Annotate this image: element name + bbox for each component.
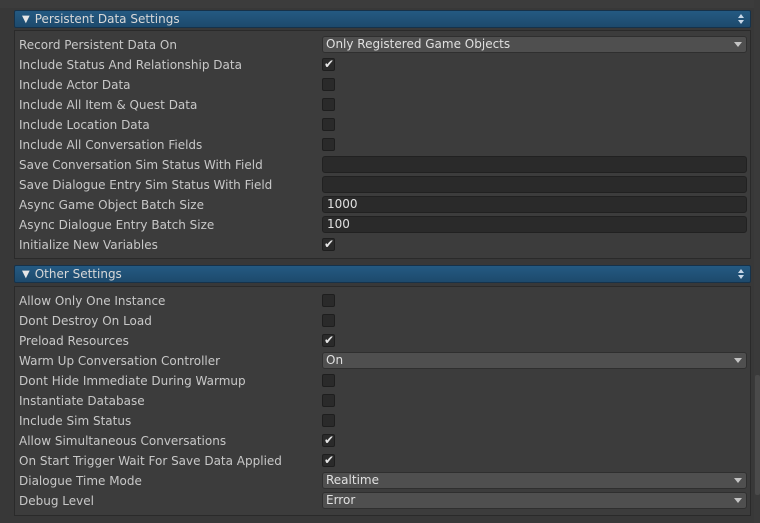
section-title: Persistent Data Settings	[34, 12, 180, 26]
setting-row-warm-up-conversation-controller: Warm Up Conversation Controller On	[19, 351, 747, 371]
warm-up-conversation-controller-dropdown[interactable]: On	[322, 352, 747, 369]
setting-label: Dont Hide Immediate During Warmup	[19, 374, 246, 388]
up-down-arrows-icon[interactable]	[737, 13, 745, 25]
dropdown-caret-icon	[734, 42, 742, 47]
async-dialogue-entry-batch-size-field[interactable]: 100	[322, 216, 747, 233]
setting-label: Debug Level	[19, 494, 94, 508]
dropdown-caret-icon	[734, 498, 742, 503]
instantiate-database-checkbox[interactable]	[322, 394, 335, 407]
setting-row-instantiate-database: Instantiate Database	[19, 391, 747, 411]
record-persistent-data-on-dropdown[interactable]: Only Registered Game Objects	[322, 36, 747, 53]
setting-label: On Start Trigger Wait For Save Data Appl…	[19, 454, 282, 468]
setting-label: Warm Up Conversation Controller	[19, 354, 221, 368]
other-settings-header[interactable]: ▼ Other Settings	[14, 265, 751, 283]
checkmark-icon: ✔	[324, 333, 335, 347]
include-all-conversation-fields-checkbox[interactable]	[322, 138, 335, 151]
dropdown-caret-icon	[734, 358, 742, 363]
setting-label: Save Conversation Sim Status With Field	[19, 158, 263, 172]
include-all-item-and-quest-data-checkbox[interactable]	[322, 98, 335, 111]
collapse-triangle-icon[interactable]: ▼	[22, 269, 30, 280]
persistent-data-settings-header[interactable]: ▼ Persistent Data Settings	[14, 10, 751, 28]
setting-row-dont-destroy-on-load: Dont Destroy On Load	[19, 311, 747, 331]
setting-row-include-sim-status: Include Sim Status	[19, 411, 747, 431]
setting-label: Async Dialogue Entry Batch Size	[19, 218, 215, 232]
setting-label: Include Location Data	[19, 118, 150, 132]
setting-label: Include All Conversation Fields	[19, 138, 203, 152]
up-down-arrows-icon[interactable]	[737, 268, 745, 280]
setting-label: Include Sim Status	[19, 414, 132, 428]
setting-row-allow-simultaneous-conversations: Allow Simultaneous Conversations ✔	[19, 431, 747, 451]
setting-row-on-start-trigger-wait-for-save-data-applied: On Start Trigger Wait For Save Data Appl…	[19, 451, 747, 471]
setting-label: Include All Item & Quest Data	[19, 98, 198, 112]
include-actor-data-checkbox[interactable]	[322, 78, 335, 91]
setting-label: Save Dialogue Entry Sim Status With Fiel…	[19, 178, 273, 192]
dropdown-caret-icon	[734, 478, 742, 483]
field-value: 100	[327, 217, 350, 231]
setting-label: Initialize New Variables	[19, 238, 158, 252]
preload-resources-checkbox[interactable]: ✔	[322, 333, 335, 347]
setting-row-include-all-item-and-quest-data: Include All Item & Quest Data	[19, 95, 747, 115]
setting-row-save-dialogue-entry-sim-status-with-field: Save Dialogue Entry Sim Status With Fiel…	[19, 175, 747, 195]
section-title: Other Settings	[34, 267, 122, 281]
setting-row-dialogue-time-mode: Dialogue Time Mode Realtime	[19, 471, 747, 491]
setting-label: Async Game Object Batch Size	[19, 198, 204, 212]
setting-row-debug-level: Debug Level Error	[19, 491, 747, 511]
setting-label: Allow Only One Instance	[19, 294, 166, 308]
setting-label: Instantiate Database	[19, 394, 145, 408]
setting-label: Allow Simultaneous Conversations	[19, 434, 227, 448]
setting-label: Include Actor Data	[19, 78, 131, 92]
vertical-scrollbar[interactable]	[754, 0, 760, 523]
setting-row-dont-hide-immediate-during-warmup: Dont Hide Immediate During Warmup	[19, 371, 747, 391]
include-status-and-relationship-data-checkbox[interactable]: ✔	[322, 57, 335, 71]
setting-row-include-all-conversation-fields: Include All Conversation Fields	[19, 135, 747, 155]
checkmark-icon: ✔	[324, 57, 335, 71]
include-sim-status-checkbox[interactable]	[322, 414, 335, 427]
save-dialogue-entry-sim-status-with-field-field[interactable]	[322, 176, 747, 193]
setting-row-async-game-object-batch-size: Async Game Object Batch Size 1000	[19, 195, 747, 215]
collapse-triangle-icon[interactable]: ▼	[22, 14, 30, 25]
setting-label: Preload Resources	[19, 334, 129, 348]
setting-row-save-conversation-sim-status-with-field: Save Conversation Sim Status With Field	[19, 155, 747, 175]
dont-hide-immediate-during-warmup-checkbox[interactable]	[322, 374, 335, 387]
checkmark-icon: ✔	[324, 237, 335, 251]
setting-label: Include Status And Relationship Data	[19, 58, 242, 72]
async-game-object-batch-size-field[interactable]: 1000	[322, 196, 747, 213]
dropdown-value: Error	[326, 493, 356, 507]
setting-row-record-persistent-data-on: Record Persistent Data On Only Registered…	[19, 35, 747, 55]
on-start-trigger-wait-for-save-data-applied-checkbox[interactable]: ✔	[322, 453, 335, 467]
dropdown-value: On	[326, 353, 344, 367]
setting-row-async-dialogue-entry-batch-size: Async Dialogue Entry Batch Size 100	[19, 215, 747, 235]
initialize-new-variables-checkbox[interactable]: ✔	[322, 237, 335, 251]
setting-row-preload-resources: Preload Resources ✔	[19, 331, 747, 351]
setting-row-include-actor-data: Include Actor Data	[19, 75, 747, 95]
field-value: 1000	[327, 197, 358, 211]
checkmark-icon: ✔	[324, 453, 335, 467]
include-location-data-checkbox[interactable]	[322, 118, 335, 131]
setting-row-include-location-data: Include Location Data	[19, 115, 747, 135]
dropdown-value: Realtime	[326, 473, 379, 487]
setting-label: Dialogue Time Mode	[19, 474, 142, 488]
setting-row-initialize-new-variables: Initialize New Variables ✔	[19, 235, 747, 255]
scrollbar-thumb[interactable]	[755, 375, 760, 495]
top-strip	[0, 0, 760, 8]
allow-only-one-instance-checkbox[interactable]	[322, 294, 335, 307]
setting-label: Record Persistent Data On	[19, 38, 177, 52]
setting-label: Dont Destroy On Load	[19, 314, 152, 328]
setting-row-include-status-and-relationship-data: Include Status And Relationship Data ✔	[19, 55, 747, 75]
setting-row-allow-only-one-instance: Allow Only One Instance	[19, 291, 747, 311]
dialogue-time-mode-dropdown[interactable]: Realtime	[322, 472, 747, 489]
checkmark-icon: ✔	[324, 433, 335, 447]
save-conversation-sim-status-with-field-field[interactable]	[322, 156, 747, 173]
dropdown-value: Only Registered Game Objects	[326, 37, 511, 51]
dont-destroy-on-load-checkbox[interactable]	[322, 314, 335, 327]
allow-simultaneous-conversations-checkbox[interactable]: ✔	[322, 433, 335, 447]
debug-level-dropdown[interactable]: Error	[322, 492, 747, 509]
